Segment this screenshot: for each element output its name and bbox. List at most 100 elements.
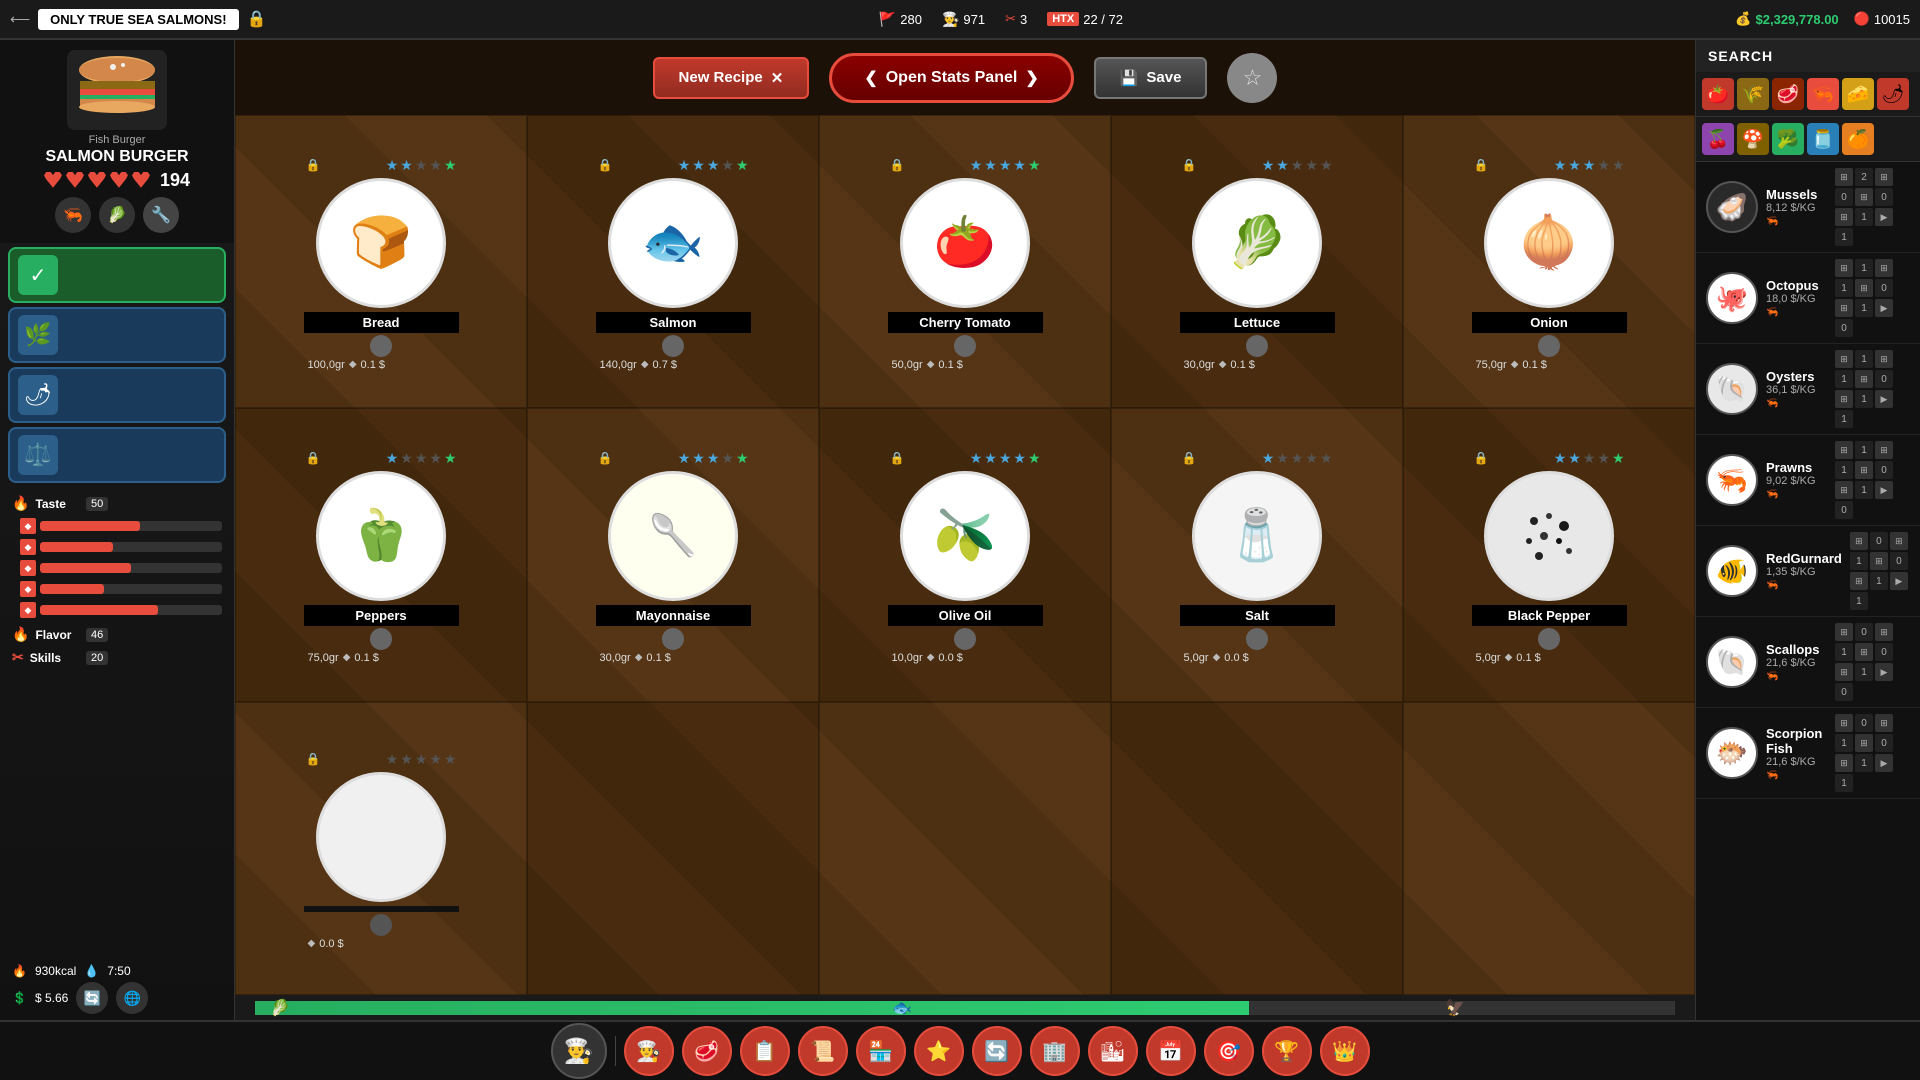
save-button[interactable]: 💾 Save — [1094, 57, 1208, 99]
filter-cheese[interactable]: 🧀 — [1842, 78, 1874, 110]
redgurnard-btn-3[interactable]: ⊞ — [1870, 552, 1888, 570]
balance-btn[interactable]: ⚖️ — [8, 427, 226, 483]
bottom-btn-8[interactable]: 🏢 — [1030, 1026, 1080, 1076]
prawns-btn-5[interactable]: ▶ — [1875, 481, 1893, 499]
octopus-btn-5[interactable]: ▶ — [1875, 299, 1893, 317]
scallops-btn-2[interactable]: ⊞ — [1875, 623, 1893, 641]
bottom-btn-12[interactable]: 🏆 — [1262, 1026, 1312, 1076]
filter-tomato[interactable]: 🍅 — [1702, 78, 1734, 110]
salmon-image[interactable]: 🐟 — [608, 178, 738, 308]
mayo-image[interactable]: 🥄 — [608, 471, 738, 601]
cherry-tomato-image[interactable]: 🍅 — [900, 178, 1030, 308]
prawns-btn-2[interactable]: ⊞ — [1875, 441, 1893, 459]
filter-fruit2[interactable]: 🍊 — [1842, 123, 1874, 155]
onion-image[interactable]: 🧅 — [1484, 178, 1614, 308]
filter-pepper[interactable]: 🌶 — [1877, 78, 1909, 110]
list-item-scallops[interactable]: 🐚 Scallops 21,6 $/KG 🦐 ⊞ 0 ⊞ 1 ⊞ 0 ⊞ — [1696, 617, 1920, 708]
mussels-btn-2[interactable]: ⊞ — [1875, 168, 1893, 186]
oysters-btn-2[interactable]: ⊞ — [1875, 350, 1893, 368]
scallops-btn-1[interactable]: ⊞ — [1835, 623, 1853, 641]
bottom-btn-11[interactable]: 🎯 — [1204, 1026, 1254, 1076]
redgurnard-btn-4[interactable]: ⊞ — [1850, 572, 1868, 590]
scorpion-btn-4[interactable]: ⊞ — [1835, 754, 1853, 772]
prawns-btn-1[interactable]: ⊞ — [1835, 441, 1853, 459]
oysters-btn-3[interactable]: ⊞ — [1855, 370, 1873, 388]
cherry-emoji: 🍅 — [934, 213, 996, 272]
bottom-btn-6[interactable]: ⭐ — [914, 1026, 964, 1076]
octopus-btn-3[interactable]: ⊞ — [1855, 279, 1873, 297]
octopus-btn-2[interactable]: ⊞ — [1875, 259, 1893, 277]
prawns-btn-4[interactable]: ⊞ — [1835, 481, 1853, 499]
ingredients-btn[interactable]: 🌿 — [8, 307, 226, 363]
mussels-btn-3[interactable]: ⊞ — [1855, 188, 1873, 206]
octopus-btn-4[interactable]: ⊞ — [1835, 299, 1853, 317]
redgurnard-btn-5[interactable]: ▶ — [1890, 572, 1908, 590]
olive-oil-image[interactable]: 🫒 — [900, 471, 1030, 601]
bottom-btn-10[interactable]: 📅 — [1146, 1026, 1196, 1076]
bottom-btn-2[interactable]: 🥩 — [682, 1026, 732, 1076]
grid-cell-bread: 🔒 ★★★★★ 🍞 Bread 100,0gr ◆ 0.1 $ — [235, 115, 527, 408]
verify-btn[interactable]: ✓ — [8, 247, 226, 303]
back-button[interactable]: ⟵ — [10, 11, 30, 28]
oysters-btn-4[interactable]: ⊞ — [1835, 390, 1853, 408]
favorite-button[interactable]: ☆ — [1227, 53, 1277, 103]
octopus-num-2: 1 — [1835, 279, 1853, 297]
bar-track-3 — [40, 563, 222, 573]
list-item-scorpion-fish[interactable]: 🐡 Scorpion Fish 21,6 $/KG 🦐 ⊞ 0 ⊞ 1 ⊞ 0 … — [1696, 708, 1920, 799]
filter-bottle[interactable]: 🫙 — [1807, 123, 1839, 155]
stats-panel-button[interactable]: ❮ Open Stats Panel ❯ — [829, 53, 1073, 103]
salt-image[interactable]: 🧂 — [1192, 471, 1322, 601]
filter-shrimp[interactable]: 🦐 — [1807, 78, 1839, 110]
bottom-btn-3[interactable]: 📋 — [740, 1026, 790, 1076]
filter-berry[interactable]: 🍒 — [1702, 123, 1734, 155]
scorpion-btn-5[interactable]: ▶ — [1875, 754, 1893, 772]
action-btn-2[interactable]: 🥬 — [99, 197, 135, 233]
price-action-1[interactable]: 🔄 — [76, 982, 108, 1014]
redgurnard-btn-1[interactable]: ⊞ — [1850, 532, 1868, 550]
scallops-btn-5[interactable]: ▶ — [1875, 663, 1893, 681]
bottom-btn-9[interactable]: 🏙 — [1088, 1026, 1138, 1076]
filter-meat[interactable]: 🥩 — [1772, 78, 1804, 110]
ingredient-card-onion: 🔒 ★★★★★ 🧅 Onion 75,0gr ◆ 0.1 $ — [1472, 153, 1627, 371]
scallops-btn-4[interactable]: ⊞ — [1835, 663, 1853, 681]
bottom-btn-7[interactable]: 🔄 — [972, 1026, 1022, 1076]
scorpion-btn-2[interactable]: ⊞ — [1875, 714, 1893, 732]
scallops-btn-3[interactable]: ⊞ — [1855, 643, 1873, 661]
mussels-btn-1[interactable]: ⊞ — [1835, 168, 1853, 186]
oysters-btn-5[interactable]: ▶ — [1875, 390, 1893, 408]
black-pepper-image[interactable] — [1484, 471, 1614, 601]
mussels-btn-4[interactable]: ⊞ — [1835, 208, 1853, 226]
bottom-btn-1[interactable]: 👨‍🍳 — [624, 1026, 674, 1076]
bottom-btn-4[interactable]: 📜 — [798, 1026, 848, 1076]
bottom-btn-5[interactable]: 🏪 — [856, 1026, 906, 1076]
peppers-image[interactable]: 🫑 — [316, 471, 446, 601]
list-item-redgurnard[interactable]: 🐠 RedGurnard 1,35 $/KG 🦐 ⊞ 0 ⊞ 1 ⊞ 0 ⊞ — [1696, 526, 1920, 617]
scorpion-btn-1[interactable]: ⊞ — [1835, 714, 1853, 732]
list-item-oysters[interactable]: 🐚 Oysters 36,1 $/KG 🦐 ⊞ 1 ⊞ 1 ⊞ 0 ⊞ 1 — [1696, 344, 1920, 435]
bottom-btn-chef-main[interactable]: 👨‍🍳 — [551, 1023, 607, 1079]
filter-veggie[interactable]: 🥦 — [1772, 123, 1804, 155]
action-btn-3[interactable]: 🔧 — [143, 197, 179, 233]
filter-mushroom[interactable]: 🍄 — [1737, 123, 1769, 155]
list-item-prawns[interactable]: 🦐 Prawns 9,02 $/KG 🦐 ⊞ 1 ⊞ 1 ⊞ 0 ⊞ 1 — [1696, 435, 1920, 526]
mussels-btn-5[interactable]: ▶ — [1875, 208, 1893, 226]
bottom-btn-13[interactable]: 👑 — [1320, 1026, 1370, 1076]
list-item-octopus[interactable]: 🐙 Octopus 18,0 $/KG 🦐 ⊞ 1 ⊞ 1 ⊞ 0 ⊞ 1 — [1696, 253, 1920, 344]
spice-btn[interactable]: 🌶 — [8, 367, 226, 423]
oysters-btn-1[interactable]: ⊞ — [1835, 350, 1853, 368]
scorpion-btn-3[interactable]: ⊞ — [1855, 734, 1873, 752]
action-btn-1[interactable]: 🦐 — [55, 197, 91, 233]
empty-item-image[interactable] — [316, 772, 446, 902]
list-item-mussels[interactable]: 🦪 Mussels 8,12 $/KG 🦐 ⊞ 2 ⊞ 0 ⊞ 0 ⊞ 1 — [1696, 162, 1920, 253]
prawns-btn-3[interactable]: ⊞ — [1855, 461, 1873, 479]
dish-subtitle: Fish Burger — [89, 134, 146, 146]
octopus-btn-1[interactable]: ⊞ — [1835, 259, 1853, 277]
price-action-2[interactable]: 🌐 — [116, 982, 148, 1014]
new-recipe-button[interactable]: New Recipe ✕ — [653, 57, 810, 99]
coins-stat: 🔴 10015 — [1854, 11, 1910, 27]
lettuce-image[interactable]: 🥬 — [1192, 178, 1322, 308]
redgurnard-btn-2[interactable]: ⊞ — [1890, 532, 1908, 550]
bread-image[interactable]: 🍞 — [316, 178, 446, 308]
center-panel: New Recipe ✕ ❮ Open Stats Panel ❯ 💾 Save… — [235, 40, 1695, 1020]
filter-grain[interactable]: 🌾 — [1737, 78, 1769, 110]
